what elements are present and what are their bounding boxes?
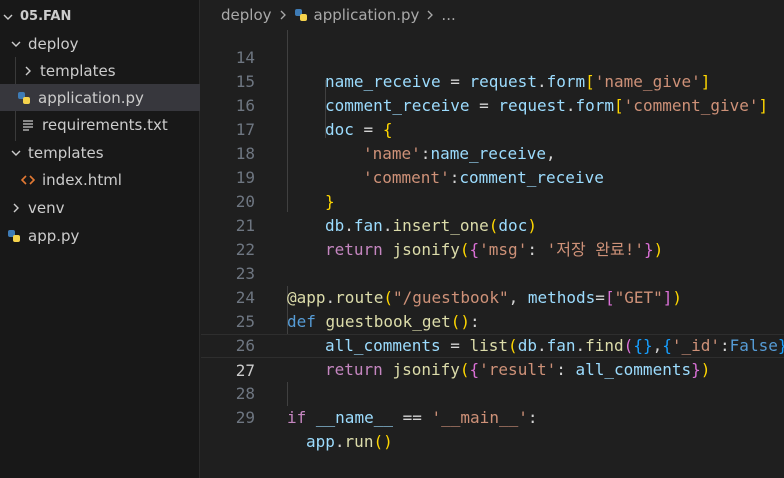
breadcrumb-more[interactable]: ... [441,6,455,24]
tree-item-label: deploy [28,34,79,53]
tree-folder-venv[interactable]: venv [0,194,200,221]
breadcrumb-file[interactable]: application.py [314,6,420,24]
breadcrumb-folder[interactable]: deploy [221,6,272,24]
code-area[interactable]: 14 name_receive = request.form['name_giv… [201,22,784,478]
editor-pane: 14 name_receive = request.form['name_giv… [201,0,784,478]
code-line: 23 @app.route("/guestbook", methods=["GE… [235,264,683,307]
python-file-icon [6,228,22,244]
breadcrumb: deploy application.py ... [201,0,784,30]
chevron-down-icon [8,145,24,161]
code-line: 28 if __name__ == '__main__': [235,384,538,427]
code-line: 19 } [235,168,335,211]
code-line: 29 app.run() [235,408,393,451]
code-line: 17 'name':name_receive, [235,120,556,163]
tree-file-index-html[interactable]: index.html [0,166,200,193]
chevron-right-icon [278,10,288,20]
code-line: 16 doc = { [235,96,393,139]
chevron-right-icon [20,63,36,79]
tree-folder-templates[interactable]: templates [0,57,200,84]
chevron-down-icon [0,9,16,25]
explorer-root[interactable]: 05.FAN [0,3,200,30]
python-file-icon [16,90,32,106]
tree-file-app-py[interactable]: app.py [0,222,200,249]
tree-item-label: app.py [28,226,80,245]
tree-item-label: templates [28,143,104,162]
code-line: 15 comment_receive = request.form['comme… [235,72,769,115]
chevron-right-icon [425,10,435,20]
explorer-root-label: 05.FAN [20,9,72,24]
code-line: 24 def guestbook_get(): [235,288,480,331]
tree-item-label: requirements.txt [42,115,168,134]
tree-folder-deploy[interactable]: deploy [0,30,200,57]
code-line: 21 return jsonify({'msg': '저장 완료!'}) [235,216,664,259]
chevron-down-icon [8,36,24,52]
tree-item-label: index.html [42,170,122,189]
html-file-icon [20,172,36,188]
code-line: 22 [235,240,255,259]
code-line: 26 return jsonify({'result': all_comment… [235,336,711,379]
text-file-icon [20,117,36,133]
tree-item-label: application.py [38,88,144,107]
tree-file-application-py[interactable]: application.py [0,84,200,111]
code-line: 20 db.fan.insert_one(doc) [235,192,537,235]
tree-item-label: templates [40,61,116,80]
tree-item-label: venv [28,198,65,217]
python-file-icon [294,8,308,22]
code-line: 25 all_comments = list(db.fan.find({},{'… [235,312,784,355]
tree-file-requirements-txt[interactable]: requirements.txt [0,111,200,138]
tree-folder-templates-root[interactable]: templates [0,139,200,166]
chevron-right-icon [8,200,24,216]
code-line-current: 27 [201,334,784,380]
explorer-sidebar: 05.FAN deploy templates application.py r… [0,0,200,478]
code-line: 18 'comment':comment_receive [235,144,604,187]
